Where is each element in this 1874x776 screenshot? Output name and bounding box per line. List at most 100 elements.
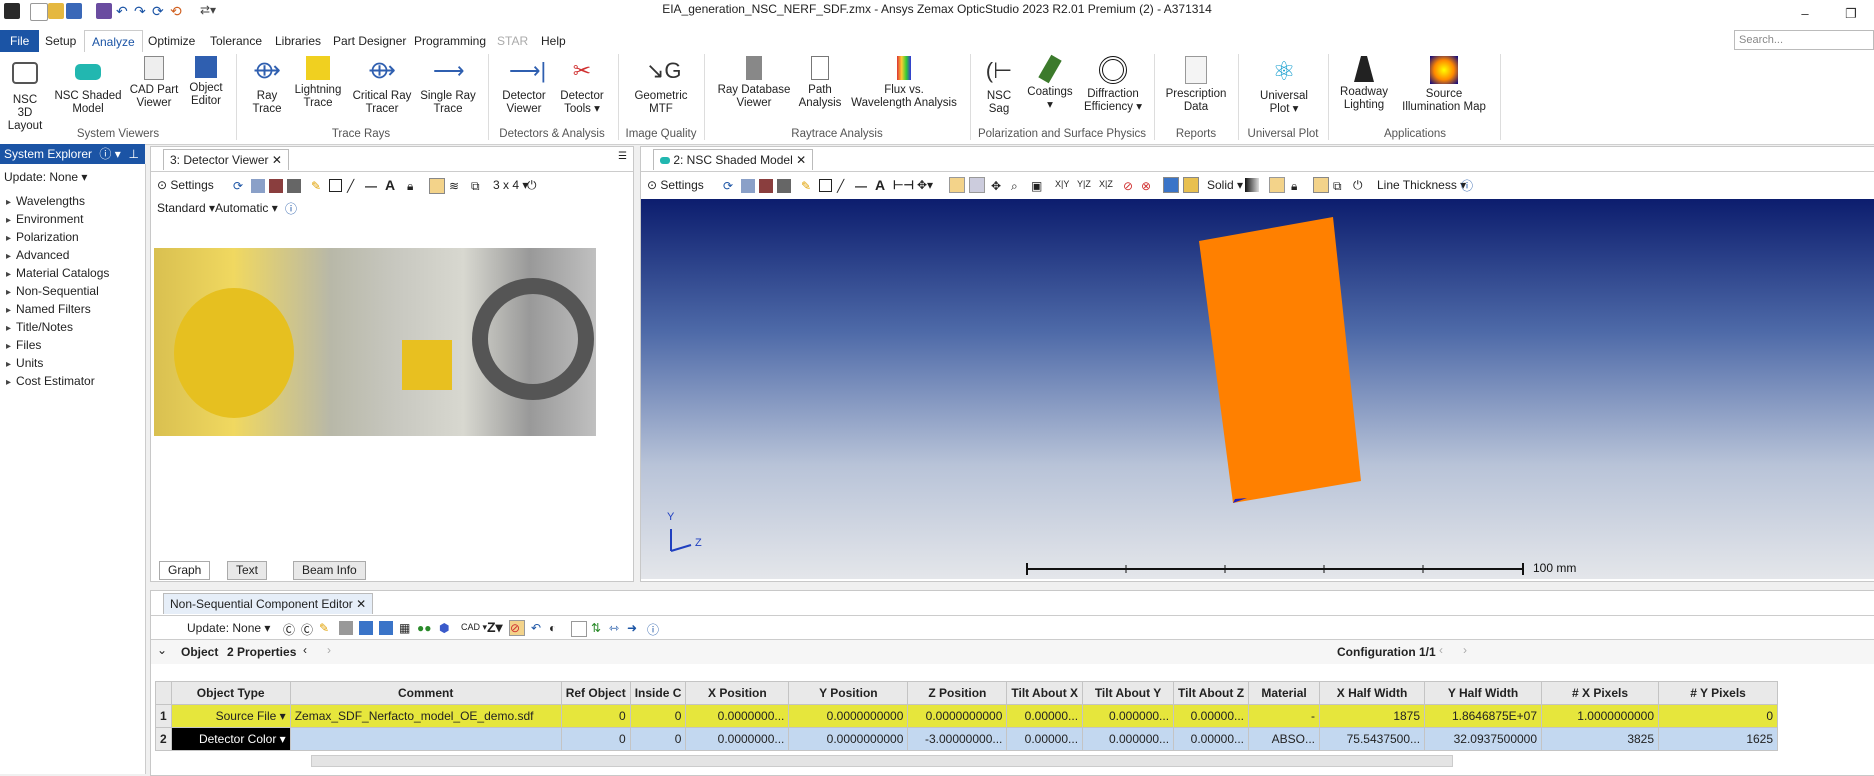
tree-item-named-filters[interactable]: Named Filters (6, 302, 91, 316)
lock-icon[interactable]: 🔒︎ (1291, 179, 1305, 193)
lightning-trace-button[interactable]: Lightning Trace (292, 56, 344, 110)
grid-icon[interactable] (429, 178, 445, 194)
no-symbol-icon[interactable]: ⊘ (509, 620, 525, 636)
prescription-data-button[interactable]: Prescription Data (1160, 56, 1232, 114)
brush-icon[interactable] (1269, 177, 1285, 193)
universal-plot-button[interactable]: ⚛ Universal Plot ▾ (1254, 56, 1314, 116)
close-icon[interactable]: ✕ (272, 153, 282, 167)
column-header[interactable]: Tilt About Z (1173, 681, 1250, 705)
menu-setup[interactable]: Setup (38, 32, 83, 50)
column-header[interactable]: Y Position (788, 681, 909, 705)
system-explorer-header[interactable]: System Explorer ⓘ ▾ ⊥ (0, 144, 145, 164)
flux-vs-wavelength-button[interactable]: Flux vs. Wavelength Analysis (848, 56, 960, 110)
tree-item-advanced[interactable]: Advanced (6, 248, 69, 262)
cube-icon[interactable] (359, 621, 373, 635)
column-header[interactable]: Material (1248, 681, 1321, 705)
table-cell[interactable]: 3825 (1541, 727, 1660, 751)
table-cell[interactable]: 0.0000000... (685, 704, 790, 728)
layers-icon[interactable]: ⧉ (471, 179, 485, 193)
table-cell[interactable]: 0.00000... (1006, 727, 1084, 751)
column-header[interactable]: Ref Object (560, 681, 631, 705)
critical-ray-tracer-button[interactable]: ⟴ Critical Ray Tracer (350, 56, 414, 116)
grid-icon[interactable] (1313, 177, 1329, 193)
expand-chevron-icon[interactable]: ⌄ (157, 643, 167, 657)
layers-icon[interactable]: ≋ (449, 179, 463, 193)
3d-viewport[interactable]: Y Z 100 mm (641, 199, 1874, 579)
cube-icon[interactable] (379, 621, 393, 635)
object-editor-button[interactable]: Object Editor (184, 56, 228, 108)
rotate-icon[interactable]: ✥▾ (917, 178, 933, 192)
help-icon[interactable]: ⓘ (1461, 177, 1473, 194)
maximize-icon[interactable]: ❐ (1828, 0, 1874, 28)
line-thickness-dropdown[interactable]: Line Thickness ▾ (1377, 178, 1466, 192)
column-header[interactable]: # Y Pixels (1658, 681, 1779, 705)
ray-database-viewer-button[interactable]: Ray Database Viewer (714, 56, 794, 110)
column-header[interactable]: Comment (289, 681, 562, 705)
table-cell[interactable]: 0.0000000000 (907, 704, 1008, 728)
tree-item-files[interactable]: Files (6, 338, 41, 352)
pin-icon[interactable]: ⊥ (129, 144, 139, 164)
table-row[interactable]: 1 Source File ▾ Zemax_SDF_Nerfacto_model… (155, 704, 1779, 728)
help-icon[interactable]: ⓘ (285, 200, 297, 217)
table-cell[interactable]: 1.0000000000 (1541, 704, 1660, 728)
zoom-z-icon[interactable]: Z▾ (487, 619, 503, 635)
render-mode-dropdown[interactable]: Solid ▾ (1207, 178, 1243, 192)
swap-icon[interactable]: ⇅ (591, 621, 605, 635)
nsc-sag-button[interactable]: (⊢ NSC Sag (980, 56, 1018, 116)
tab-nsc-shaded-model[interactable]: 2: NSC Shaded Model ✕ (653, 149, 814, 170)
close-icon[interactable]: ✕ (356, 597, 366, 611)
tab-beam-info[interactable]: Beam Info (293, 561, 366, 580)
rectangle-icon[interactable] (329, 179, 342, 192)
tree-item-non-sequential[interactable]: Non-Sequential (6, 284, 99, 298)
no-rays-icon[interactable]: ⊘ (1123, 179, 1137, 193)
column-header[interactable]: Tilt About X (1006, 681, 1084, 705)
window-menu-icon[interactable]: ☰ (618, 151, 627, 162)
tab-graph[interactable]: Graph (159, 561, 211, 580)
table-cell[interactable]: 0.000000... (1082, 727, 1175, 751)
menu-part-designer[interactable]: Part Designer (326, 32, 413, 50)
menu-help[interactable]: Help (534, 32, 573, 50)
settings-button[interactable]: ⊙ Settings (647, 178, 704, 192)
source-illumination-map-button[interactable]: Source Illumination Map (1396, 56, 1492, 114)
update-dropdown[interactable]: Update: None ▾ (4, 170, 87, 184)
table-cell[interactable]: 0 (629, 727, 687, 751)
automatic-dropdown[interactable]: Automatic ▾ (215, 201, 278, 215)
detector-viewer-button[interactable]: ⟶| Detector Viewer (496, 56, 552, 116)
dots-icon[interactable]: ●● (417, 621, 432, 635)
path-analysis-button[interactable]: Path Analysis (796, 56, 844, 110)
comment-cell[interactable]: Zemax_SDF_Nerfacto_model_OE_demo.sdf (289, 704, 562, 728)
refresh-icon[interactable]: ⟳ (723, 179, 737, 193)
line-icon[interactable]: ╱ (837, 179, 851, 193)
coatings-button[interactable]: Coatings ▾ (1024, 54, 1076, 112)
column-header[interactable]: X Half Width (1319, 681, 1426, 705)
pencil-icon[interactable]: ✎ (319, 621, 333, 635)
menu-optimize[interactable]: Optimize (141, 32, 202, 50)
pencil-icon[interactable]: ✎ (801, 179, 815, 193)
tab-detector-viewer[interactable]: 3: Detector Viewer ✕ (163, 149, 289, 170)
menu-libraries[interactable]: Libraries (268, 32, 328, 50)
layers-icon[interactable]: ⧉ (1333, 179, 1347, 193)
tree-item-cost-estimator[interactable]: Cost Estimator (6, 374, 95, 388)
text-icon[interactable]: A (385, 177, 399, 193)
cube-view-icon[interactable] (1163, 177, 1179, 193)
help-icon[interactable]: ⓘ (647, 621, 661, 637)
lighting-icon[interactable] (1183, 177, 1199, 193)
zoom-fit-icon[interactable]: ▣ (1031, 179, 1045, 193)
table-cell[interactable]: 0.00000... (1006, 704, 1084, 728)
diffraction-efficiency-button[interactable]: Diffraction Efficiency ▾ (1080, 56, 1146, 114)
horizontal-scrollbar[interactable] (311, 755, 1453, 767)
column-header[interactable]: Tilt About Y (1082, 681, 1175, 705)
arrows-icon[interactable]: ⇿ (609, 621, 623, 635)
clear-icon[interactable]: ⊗ (1141, 179, 1155, 193)
rectangle-icon[interactable] (819, 179, 832, 192)
arrow-right-icon[interactable]: ➜ (627, 621, 641, 635)
circle-c-icon[interactable]: Ⓒ (283, 621, 297, 637)
single-ray-trace-button[interactable]: ⟶ Single Ray Trace (418, 56, 478, 116)
text-icon[interactable]: A (875, 177, 889, 193)
table-cell[interactable]: 0 (629, 704, 687, 728)
save-icon[interactable] (759, 179, 773, 193)
next-config-icon[interactable]: › (1463, 643, 1467, 657)
object-type-cell[interactable]: Source File ▾ (170, 704, 291, 728)
table-cell[interactable]: 0.0000000000 (788, 727, 909, 751)
tab-text[interactable]: Text (227, 561, 268, 580)
